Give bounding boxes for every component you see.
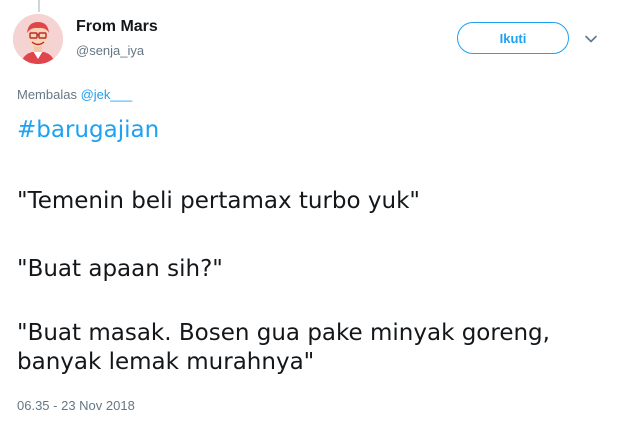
tweet-line: "Buat masak. Bosen gua pake minyak goren… (17, 320, 550, 346)
tweet-line: banyak lemak murahnya" (17, 349, 315, 375)
cartoon-avatar-icon (13, 14, 63, 64)
reply-context: Membalas @jek___ (17, 87, 132, 102)
hashtag-link[interactable]: #barugajian (17, 116, 617, 145)
timestamp[interactable]: 06.35 - 23 Nov 2018 (17, 398, 135, 413)
avatar[interactable] (13, 14, 63, 64)
reply-prefix: Membalas (17, 87, 77, 102)
tweet-text: #barugajian "Temenin beli pertamax turbo… (17, 116, 617, 375)
follow-button[interactable]: Ikuti (457, 22, 569, 54)
tweet-line: "Buat apaan sih?" (17, 256, 223, 282)
author-handle[interactable]: @senja_iya (76, 43, 144, 58)
author-name[interactable]: From Mars (76, 18, 158, 36)
thread-connector-line (38, 0, 40, 12)
chevron-down-icon[interactable] (584, 32, 598, 46)
tweet-line: "Temenin beli pertamax turbo yuk" (17, 188, 420, 214)
reply-mention-link[interactable]: @jek___ (81, 87, 133, 102)
